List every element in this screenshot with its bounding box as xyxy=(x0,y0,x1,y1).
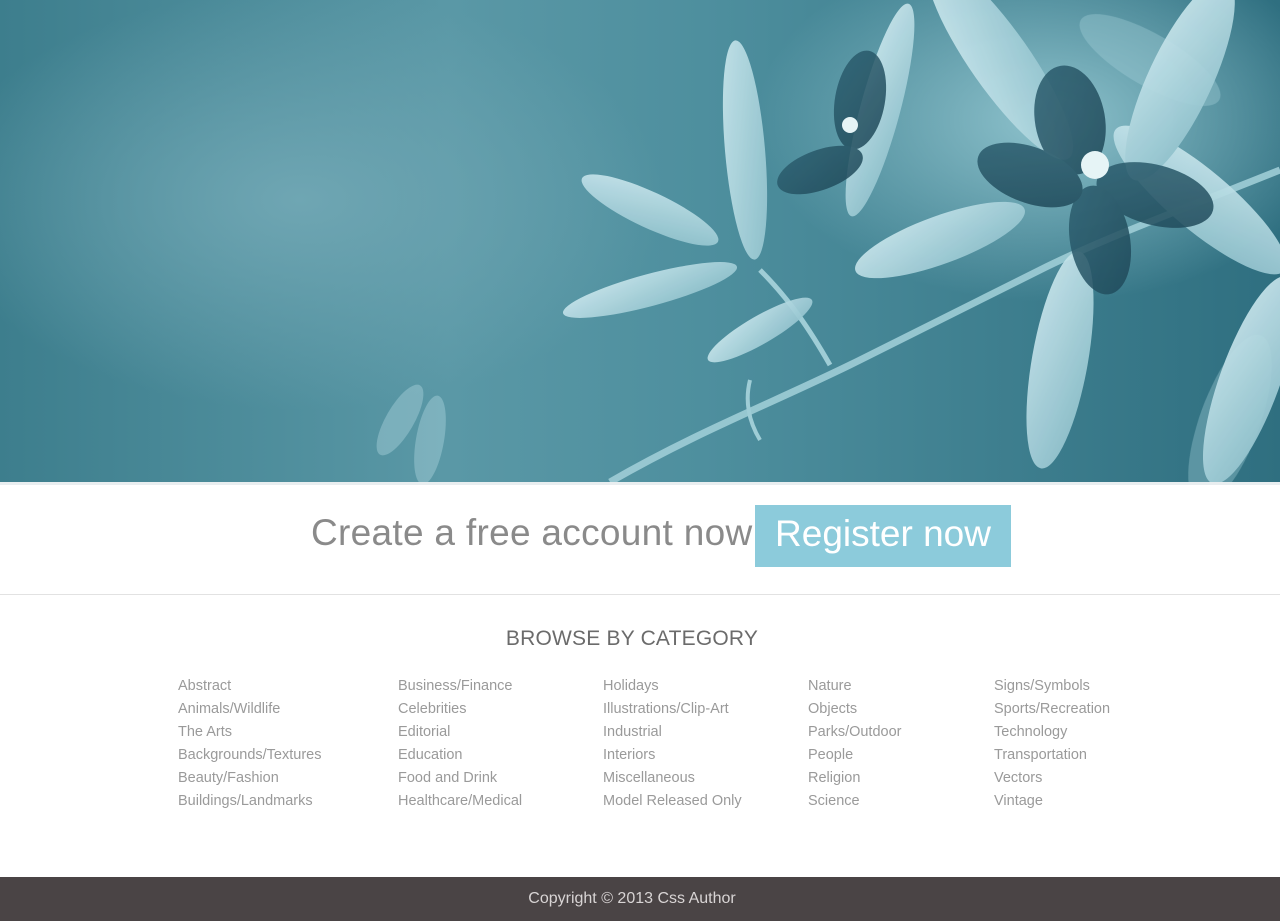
footer: Copyright © 2013 Css Author xyxy=(0,877,1280,921)
hero-divider xyxy=(0,482,1280,485)
category-link[interactable]: Nature xyxy=(808,676,902,699)
category-column-3: Holidays Illustrations/Clip-Art Industri… xyxy=(603,676,742,814)
category-link[interactable]: Parks/Outdoor xyxy=(808,722,902,745)
category-link[interactable]: Holidays xyxy=(603,676,742,699)
category-link[interactable]: Business/Finance xyxy=(398,676,522,699)
category-link[interactable]: Religion xyxy=(808,768,902,791)
register-now-button[interactable]: Register now xyxy=(755,505,1011,567)
category-link[interactable]: Technology xyxy=(994,722,1110,745)
category-link[interactable]: Healthcare/Medical xyxy=(398,791,522,814)
category-link[interactable]: Science xyxy=(808,791,902,814)
category-link[interactable]: Animals/Wildlife xyxy=(178,699,321,722)
category-link[interactable]: Industrial xyxy=(603,722,742,745)
category-link[interactable]: Vectors xyxy=(994,768,1110,791)
category-link[interactable]: Abstract xyxy=(178,676,321,699)
category-link[interactable]: Backgrounds/Textures xyxy=(178,745,321,768)
category-link[interactable]: Food and Drink xyxy=(398,768,522,791)
category-link[interactable]: Buildings/Landmarks xyxy=(178,791,321,814)
category-link[interactable]: The Arts xyxy=(178,722,321,745)
category-link[interactable]: Miscellaneous xyxy=(603,768,742,791)
copyright-text: Copyright © 2013 Css Author xyxy=(528,890,736,907)
category-link[interactable]: Transportation xyxy=(994,745,1110,768)
category-link[interactable]: Celebrities xyxy=(398,699,522,722)
category-link[interactable]: Editorial xyxy=(398,722,522,745)
category-column-1: Abstract Animals/Wildlife The Arts Backg… xyxy=(178,676,321,814)
flower-illustration xyxy=(376,0,1280,482)
browse-by-category-heading: BROWSE BY CATEGORY xyxy=(505,627,759,650)
category-link[interactable]: Interiors xyxy=(603,745,742,768)
category-link[interactable]: Education xyxy=(398,745,522,768)
cta-text: Create a free account now xyxy=(311,512,753,553)
category-column-2: Business/Finance Celebrities Editorial E… xyxy=(398,676,522,814)
category-link[interactable]: Illustrations/Clip-Art xyxy=(603,699,742,722)
category-link[interactable]: Vintage xyxy=(994,791,1110,814)
category-link[interactable]: Objects xyxy=(808,699,902,722)
category-link[interactable]: Sports/Recreation xyxy=(994,699,1110,722)
category-link[interactable]: Beauty/Fashion xyxy=(178,768,321,791)
section-divider xyxy=(0,594,1280,595)
category-column-4: Nature Objects Parks/Outdoor People Reli… xyxy=(808,676,902,814)
category-column-5: Signs/Symbols Sports/Recreation Technolo… xyxy=(994,676,1110,814)
category-link[interactable]: People xyxy=(808,745,902,768)
hero-banner-image xyxy=(0,0,1280,482)
category-link[interactable]: Signs/Symbols xyxy=(994,676,1110,699)
category-link[interactable]: Model Released Only xyxy=(603,791,742,814)
